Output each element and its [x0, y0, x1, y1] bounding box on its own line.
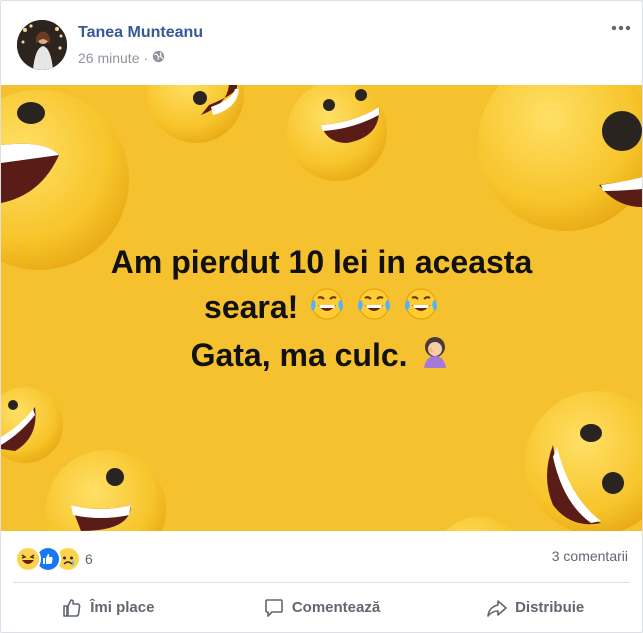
caption-line-3: Gata, ma culc.	[1, 333, 642, 381]
caption-line-3-text: Gata, ma culc.	[190, 336, 408, 373]
author-name[interactable]: Tanea Munteanu	[78, 24, 203, 42]
share-button[interactable]: Distribuie	[428, 583, 642, 632]
globe-icon	[152, 50, 165, 66]
avatar[interactable]	[17, 20, 67, 70]
caption-line-2: seara!	[1, 285, 642, 333]
like-label: Îmi place	[90, 599, 155, 616]
post-stats: 6 3 comentarii	[1, 532, 642, 582]
caption-line-2-text: seara!	[204, 289, 299, 325]
haha-reaction-icon	[15, 546, 41, 572]
post-card: Tanea Munteanu 26 minute · Am pierdut 10…	[0, 0, 643, 633]
comment-icon	[263, 597, 285, 619]
post-image[interactable]: Am pierdut 10 lei in aceasta seara! Gata…	[1, 85, 642, 531]
reactions-summary[interactable]: 6	[15, 546, 93, 572]
share-label: Distribuie	[515, 599, 585, 616]
tears-of-joy-emoji-icon	[403, 287, 439, 333]
tears-of-joy-emoji-icon	[356, 287, 392, 333]
tears-of-joy-emoji-icon	[309, 287, 345, 333]
post-time[interactable]: 26 minute	[78, 50, 139, 66]
more-options-icon[interactable]	[610, 21, 632, 35]
comment-button[interactable]: Comentează	[215, 583, 429, 632]
like-button[interactable]: Îmi place	[1, 583, 215, 632]
share-icon	[486, 597, 508, 619]
comments-count[interactable]: 3 comentarii	[552, 548, 628, 564]
thumbs-up-icon	[61, 597, 83, 619]
image-caption: Am pierdut 10 lei in aceasta seara! Gata…	[1, 240, 642, 380]
reactions-count: 6	[85, 551, 93, 567]
meta-separator: ·	[143, 50, 149, 66]
woman-facepalming-emoji-icon	[418, 334, 452, 380]
comment-label: Comentează	[291, 599, 381, 616]
post-actions: Îmi place Comentează Distribuie	[1, 583, 642, 632]
post-header: Tanea Munteanu 26 minute ·	[1, 1, 642, 85]
caption-line-1: Am pierdut 10 lei in aceasta	[110, 244, 533, 280]
post-meta: 26 minute ·	[78, 50, 165, 66]
